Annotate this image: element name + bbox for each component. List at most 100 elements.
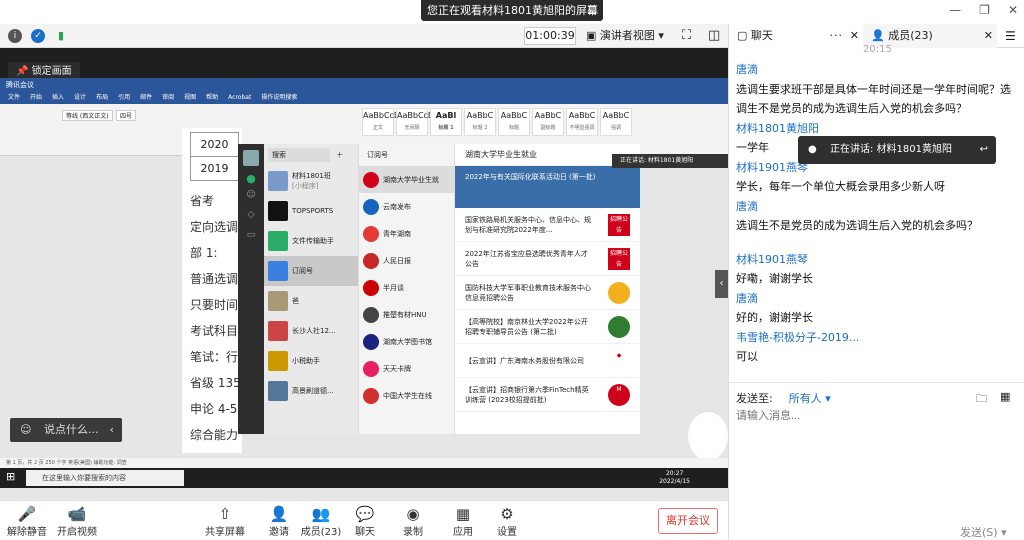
reply-icon[interactable]: ↩ <box>980 136 988 164</box>
list-item[interactable]: 文件传输助手 <box>264 226 358 256</box>
word-menu-item[interactable]: 视图 <box>184 92 196 104</box>
list-item[interactable]: 长沙人社12... <box>264 316 358 346</box>
message-sender[interactable]: 唐滴 <box>736 289 1020 309</box>
list-item[interactable]: 高景刷道德... <box>264 376 358 406</box>
mute-button[interactable]: 🎤 解除静音 <box>2 505 52 538</box>
image-icon[interactable]: ▦ <box>1000 390 1010 403</box>
list-item[interactable]: 材料1801班 [小程序] <box>264 166 358 196</box>
word-menu-item[interactable]: 插入 <box>52 92 64 104</box>
word-title: 腾讯会议 <box>0 78 728 92</box>
sidebar-toggle-icon[interactable]: ◫ <box>708 28 720 43</box>
fullscreen-icon[interactable]: ⛶ <box>682 28 691 43</box>
word-menu-item[interactable]: 文件 <box>8 92 20 104</box>
record-button[interactable]: ◉ 录制 <box>388 505 438 538</box>
list-item[interactable]: 中国大学生在线 <box>359 382 454 409</box>
word-menu-item[interactable]: 布局 <box>96 92 108 104</box>
word-menu-item[interactable]: 审阅 <box>162 92 174 104</box>
style-item[interactable]: AaBbC 强调 <box>600 108 632 136</box>
feed-item[interactable]: 【高等院校】南京林业大学2022年公开招聘专职辅导员公告 (第二批) <box>455 310 640 344</box>
close-icon[interactable]: ✕ <box>850 24 859 48</box>
send-button[interactable]: 发送(S) ▾ <box>960 524 1007 540</box>
info-icon[interactable]: i <box>8 29 22 43</box>
word-menu-item[interactable]: 开始 <box>30 92 42 104</box>
feed-item[interactable]: 国家铁路局机关服务中心、信息中心、规划与标准研究院2022年度... 招聘公告 <box>455 208 640 242</box>
style-item[interactable]: AaBbCcDc 正文 <box>362 108 404 136</box>
feed-item[interactable]: 国防科技大学军事职业教育技术服务中心信息竞招聘公告 <box>455 276 640 310</box>
word-menu-item[interactable]: 引用 <box>118 92 130 104</box>
feed-item[interactable]: 2022年江苏省宝应县选聘优秀青年人才公告 招聘公告 <box>455 242 640 276</box>
signal-icon[interactable]: ▮ <box>54 29 68 43</box>
style-item[interactable]: AaBbC 标题 2 <box>464 108 496 136</box>
tab-chat[interactable]: ▢ 聊天 ··· ✕ <box>729 24 863 48</box>
message-input[interactable] <box>736 408 1016 424</box>
word-menu-item[interactable]: 设计 <box>74 92 86 104</box>
add-icon[interactable]: ＋ <box>336 151 343 159</box>
chevron-left-icon[interactable]: ‹ <box>110 418 114 442</box>
list-item[interactable]: 爸 <box>264 286 358 316</box>
avatar[interactable] <box>243 150 259 166</box>
chat-button[interactable]: 💬 聊天 <box>340 505 390 538</box>
folder-icon[interactable]: 🗀 <box>976 390 987 409</box>
message-sender[interactable]: 韦雪艳-积极分子-2019... <box>736 328 1020 348</box>
list-item[interactable]: 湖南大学图书馆 <box>359 328 454 355</box>
taskbar-search-input[interactable]: 在这里输入你要搜索的内容 <box>26 470 184 486</box>
list-item[interactable]: 半月谈 <box>359 274 454 301</box>
wechat-search[interactable]: 搜索 ＋ <box>264 144 358 166</box>
speaking-indicator: 正在讲话: 材料1801黄旭阳 <box>612 154 728 168</box>
restore-icon[interactable]: ❐ <box>979 3 990 17</box>
message-time: 20:15 <box>863 44 892 55</box>
word-menu-item[interactable]: 操作说明搜索 <box>261 92 297 104</box>
share-screen-button[interactable]: ⇧ 共享屏幕 <box>200 505 250 538</box>
list-item[interactable]: 人民日报 <box>359 247 454 274</box>
list-item[interactable]: 订阅号 <box>264 256 358 286</box>
send-to-select[interactable]: 所有人 ▾ <box>789 392 831 405</box>
collapse-panel-handle[interactable]: ‹ <box>715 270 728 298</box>
feed-banner[interactable]: 2022年与有关国际化联系活动日 (第一批) <box>455 166 640 208</box>
list-item[interactable]: TOPSPORTS <box>264 196 358 226</box>
leave-meeting-button[interactable]: 离开会议 <box>658 508 718 534</box>
apps-button[interactable]: ▦ 应用 <box>438 505 488 538</box>
style-item[interactable]: AaBbC 副标题 <box>532 108 564 136</box>
feed-item[interactable]: 【云宣讲】广东海南水务股份有限公司 ◆ <box>455 344 640 378</box>
contacts-icon[interactable]: ☺ <box>238 185 264 205</box>
favorites-icon[interactable]: ◇ <box>238 205 264 225</box>
feed-item[interactable]: 【云宣讲】招商银行第六季FinTech精英训练营 (2023校招提前批) M <box>455 378 640 412</box>
style-item[interactable]: AaBbCcDc 无间隔 <box>396 108 438 136</box>
windows-icon[interactable]: ⊞ <box>6 470 15 483</box>
minimize-icon[interactable]: — <box>949 3 961 17</box>
chat-icon[interactable]: ● <box>238 172 264 185</box>
list-item[interactable]: 青年湖南 <box>359 220 454 247</box>
presenter-view-button[interactable]: ▣ 演讲者视图 ▾ <box>586 27 664 45</box>
doc-line: 省考 <box>190 194 215 208</box>
speaker-avatar: ● <box>808 144 817 155</box>
style-item[interactable]: AaBbC 标题 <box>498 108 530 136</box>
list-item[interactable]: 湖南大学毕业生就 <box>359 166 454 193</box>
list-item[interactable]: 天天卡牌 <box>359 355 454 382</box>
list-item[interactable]: 小税助手 <box>264 346 358 376</box>
close-icon[interactable]: ✕ <box>1008 3 1018 17</box>
message-sender[interactable]: 材料1901燕琴 <box>736 250 1020 270</box>
list-item[interactable]: 云南发布 <box>359 193 454 220</box>
close-icon[interactable]: ✕ <box>984 24 993 48</box>
wechat-search-input[interactable]: 搜索 <box>268 148 330 162</box>
message-sender[interactable]: 唐滴 <box>736 60 1020 80</box>
font-name-select[interactable]: 等线 (西文正文) <box>62 110 113 121</box>
message-sender[interactable]: 唐滴 <box>736 197 1020 217</box>
video-button[interactable]: 📹 开启视频 <box>52 505 102 538</box>
style-item[interactable]: AaBl 标题 1 <box>430 108 462 136</box>
word-menu-item[interactable]: 邮件 <box>140 92 152 104</box>
word-menu-item[interactable]: 帮助 <box>206 92 218 104</box>
word-menu-item[interactable]: Acrobat <box>228 92 251 104</box>
panel-menu-icon[interactable]: ☰ <box>997 24 1016 47</box>
list-item[interactable]: 推楚有材HNU <box>359 301 454 328</box>
style-item[interactable]: AaBbC 不明显强调 <box>566 108 598 136</box>
font-size-select[interactable]: 四号 <box>116 110 137 121</box>
doc-line: 考试科目 <box>190 324 239 338</box>
members-button[interactable]: 👥 成员(23) <box>296 505 346 538</box>
more-icon[interactable]: ··· <box>830 24 844 48</box>
say-something-input[interactable]: ☺ 说点什么... ‹ <box>10 418 122 442</box>
settings-button[interactable]: ⚙ 设置 <box>482 505 532 538</box>
folder-icon[interactable]: ▭ <box>238 225 264 245</box>
shield-icon[interactable]: ✓ <box>31 29 45 43</box>
hamburger-icon[interactable]: ☰ <box>587 0 597 21</box>
